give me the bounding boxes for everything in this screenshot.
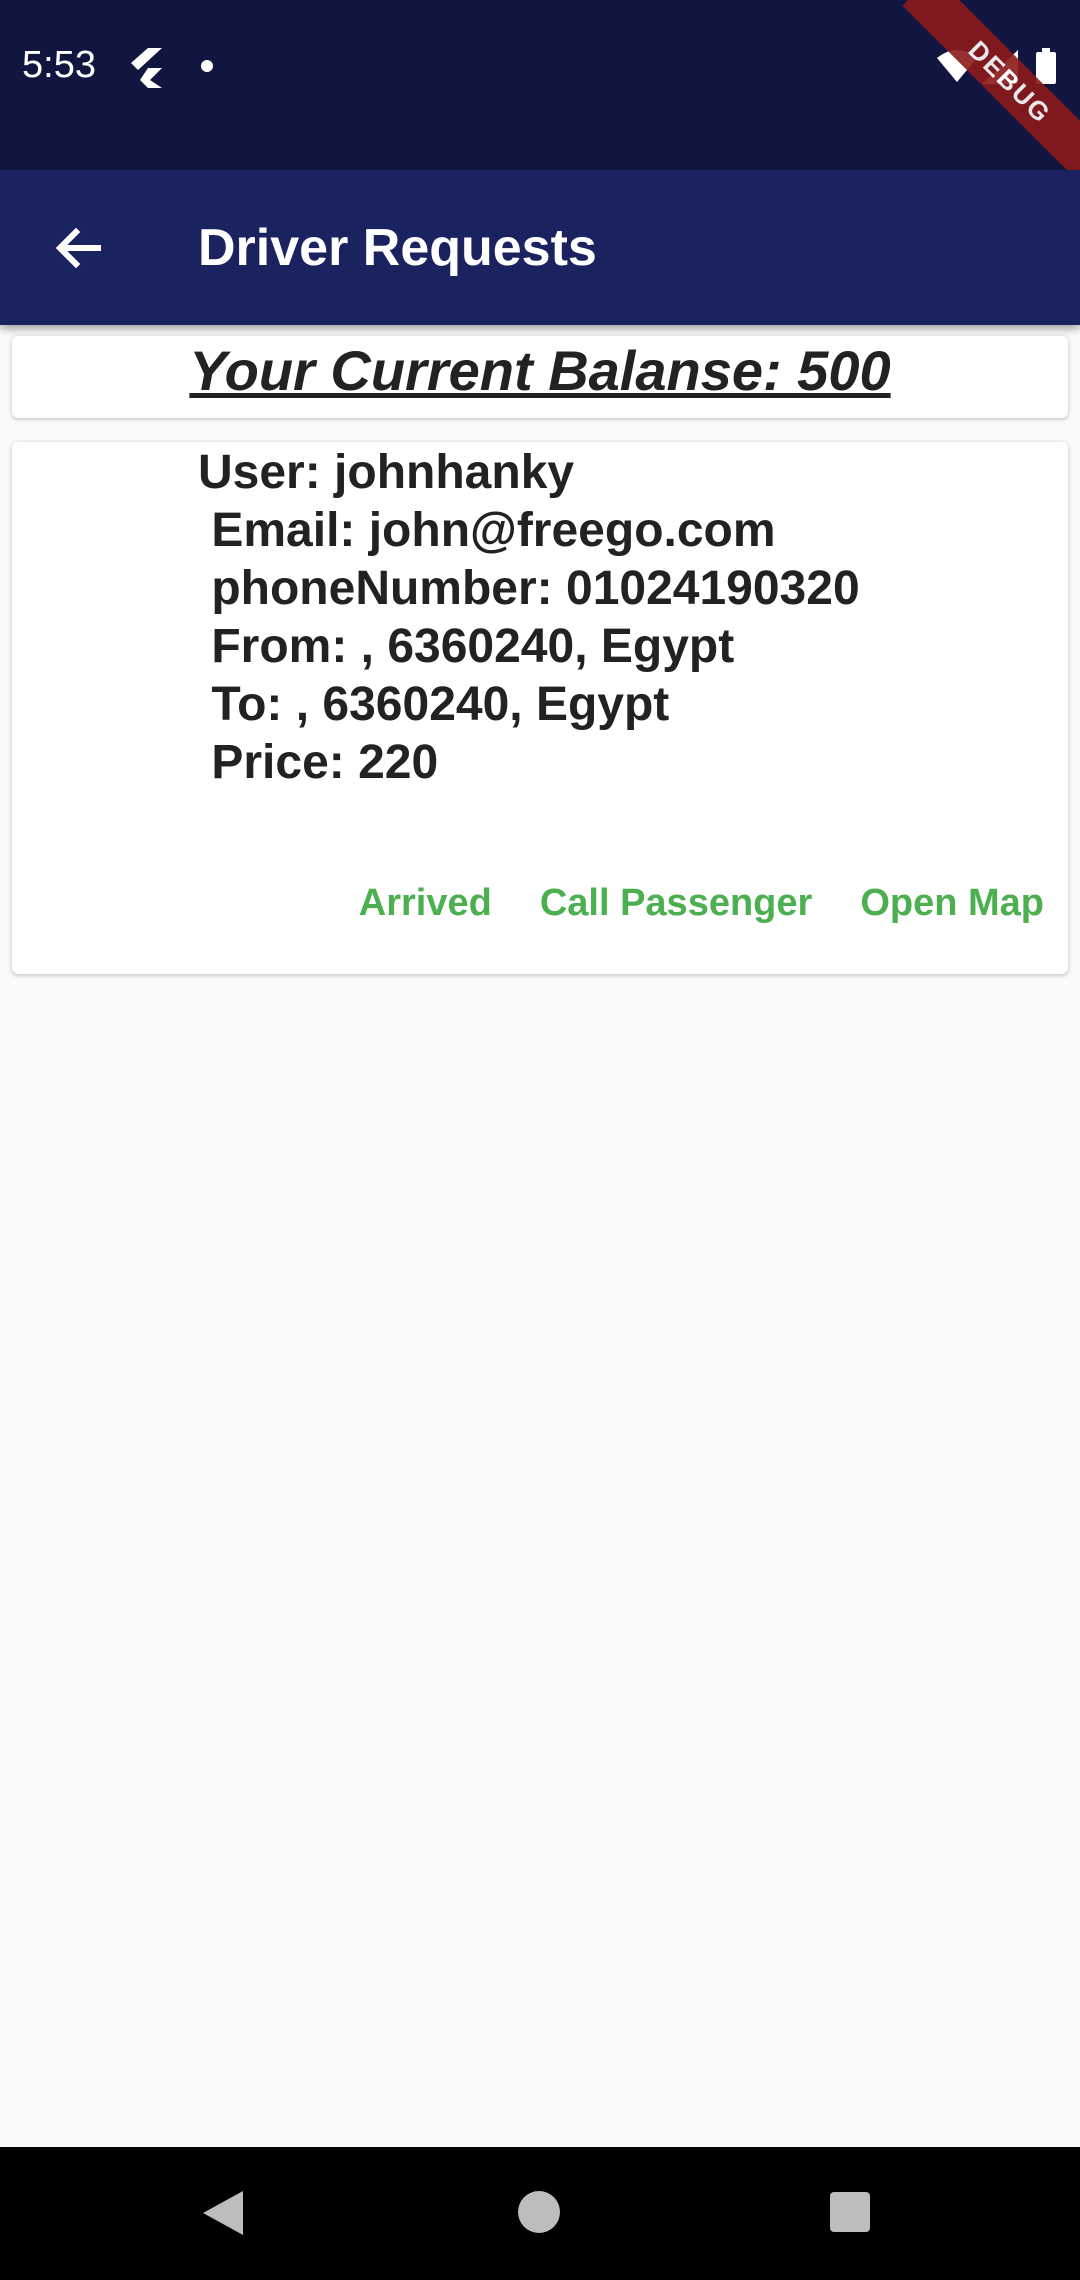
page-title: Driver Requests [198, 219, 597, 277]
open-map-button[interactable]: Open Map [860, 882, 1044, 925]
request-price: Price: 220 [198, 736, 439, 789]
notification-dot-icon [201, 60, 213, 72]
back-button[interactable] [40, 210, 116, 286]
request-email: Email: john@freego.com [198, 504, 776, 557]
request-card: User: johnhanky Email: john@freego.com p… [12, 442, 1068, 974]
request-actions: Arrived Call Passenger Open Map [359, 882, 1044, 925]
request-to: To: , 6360240, Egypt [198, 678, 670, 731]
status-bar: 5:53 DEBUG [0, 0, 1080, 190]
nav-home-icon[interactable] [518, 2191, 560, 2233]
call-passenger-button[interactable]: Call Passenger [540, 882, 812, 925]
request-details: User: johnhanky Email: john@freego.com p… [198, 444, 860, 792]
request-from: From: , 6360240, Egypt [198, 620, 735, 673]
flutter-icon [128, 48, 162, 93]
request-user: User: johnhanky [198, 446, 575, 499]
status-time: 5:53 [22, 44, 96, 86]
arrow-back-icon [55, 227, 101, 269]
balance-text: Your Current Balanse: 500 [189, 339, 891, 402]
arrived-button[interactable]: Arrived [359, 882, 492, 925]
nav-back-icon[interactable] [203, 2191, 243, 2240]
app-bar: Driver Requests [0, 170, 1080, 325]
debug-banner: DEBUG [902, 0, 1080, 190]
request-phone: phoneNumber: 01024190320 [198, 562, 860, 615]
nav-recents-icon[interactable] [830, 2192, 870, 2232]
balance-card: Your Current Balanse: 500 [12, 336, 1068, 418]
system-nav-bar [0, 2147, 1080, 2280]
